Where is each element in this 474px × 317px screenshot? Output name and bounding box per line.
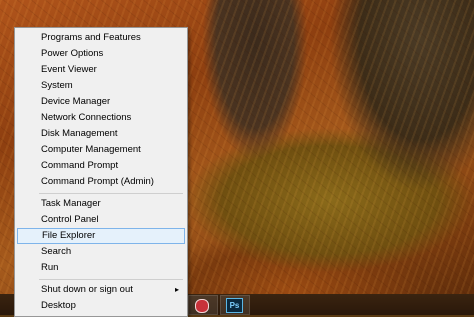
- menu-item-event-viewer[interactable]: Event Viewer: [17, 62, 185, 78]
- taskbar-photoshop-button[interactable]: Ps: [220, 295, 250, 315]
- menu-item-command-prompt[interactable]: Command Prompt: [17, 158, 185, 174]
- menu-separator: [39, 279, 183, 280]
- submenu-arrow-icon: ▸: [174, 285, 179, 294]
- menu-item-computer-management[interactable]: Computer Management: [17, 142, 185, 158]
- menu-item-disk-management[interactable]: Disk Management: [17, 126, 185, 142]
- menu-item-command-prompt-admin[interactable]: Command Prompt (Admin): [17, 174, 185, 190]
- menu-item-label: Shut down or sign out: [41, 284, 133, 295]
- taskbar-app-button[interactable]: [188, 295, 218, 315]
- menu-item-system[interactable]: System: [17, 78, 185, 94]
- menu-item-search[interactable]: Search: [17, 244, 185, 260]
- menu-item-power-options[interactable]: Power Options: [17, 46, 185, 62]
- menu-item-network-connections[interactable]: Network Connections: [17, 110, 185, 126]
- quick-link-menu: Programs and Features Power Options Even…: [14, 27, 188, 317]
- menu-item-task-manager[interactable]: Task Manager: [17, 196, 185, 212]
- menu-item-run[interactable]: Run: [17, 260, 185, 276]
- menu-item-shut-down-or-sign-out[interactable]: Shut down or sign out ▸: [17, 282, 185, 298]
- menu-item-programs-and-features[interactable]: Programs and Features: [17, 30, 185, 46]
- app-icon: [195, 299, 209, 313]
- menu-item-file-explorer[interactable]: File Explorer: [17, 228, 185, 244]
- menu-separator: [39, 193, 183, 194]
- menu-item-control-panel[interactable]: Control Panel: [17, 212, 185, 228]
- menu-item-device-manager[interactable]: Device Manager: [17, 94, 185, 110]
- photoshop-icon: Ps: [226, 298, 243, 313]
- menu-item-desktop[interactable]: Desktop: [17, 298, 185, 314]
